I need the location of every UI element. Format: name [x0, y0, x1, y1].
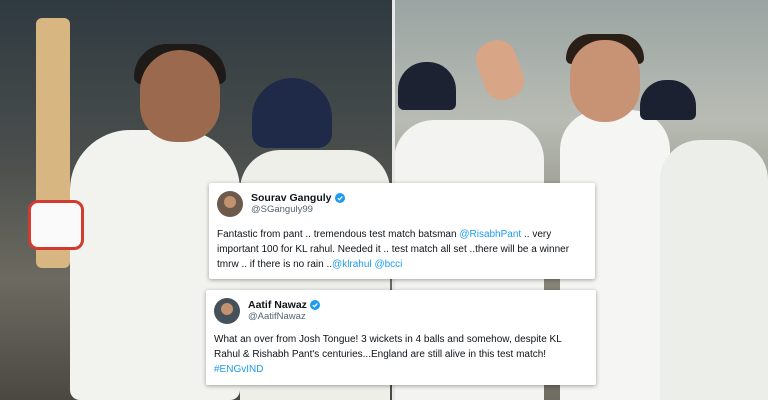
mention-link[interactable]: @bcci [374, 259, 402, 270]
tweet-header: Aatif Nawaz @AatifNawaz [214, 298, 320, 324]
bowler-head [570, 40, 640, 122]
teammate-cap [640, 80, 696, 120]
author-name[interactable]: Aatif Nawaz [248, 299, 307, 311]
mention-link[interactable]: @RisabhPant [459, 229, 521, 240]
batsman-head [140, 50, 220, 142]
tweet-card[interactable]: Sourav Ganguly @SGanguly99 Fantastic fro… [209, 183, 595, 279]
verified-badge-icon [334, 193, 345, 203]
fielder-cap [398, 62, 456, 110]
tweet-text: What an over from Josh Tongue! 3 wickets… [214, 332, 586, 377]
author-handle[interactable]: @AatifNawaz [248, 311, 320, 323]
hashtag-link[interactable]: #ENGvIND [214, 364, 263, 375]
tweet-card[interactable]: Aatif Nawaz @AatifNawaz What an over fro… [206, 290, 596, 385]
avatar[interactable] [217, 191, 243, 217]
author-handle[interactable]: @SGanguly99 [251, 204, 345, 216]
avatar[interactable] [214, 298, 240, 324]
batting-glove [28, 200, 84, 250]
verified-badge-icon [309, 300, 320, 310]
teammate-figure [660, 140, 768, 400]
author-name[interactable]: Sourav Ganguly [251, 192, 332, 204]
tweet-text: Fantastic from pant .. tremendous test m… [217, 227, 585, 272]
tweet-text-segment: What an over from Josh Tongue! 3 wickets… [214, 334, 562, 360]
mention-link[interactable]: @klrahul [332, 259, 372, 270]
batting-helmet [252, 78, 332, 148]
tweet-header: Sourav Ganguly @SGanguly99 [217, 191, 345, 217]
tweet-text-segment: Fantastic from pant .. tremendous test m… [217, 229, 460, 240]
